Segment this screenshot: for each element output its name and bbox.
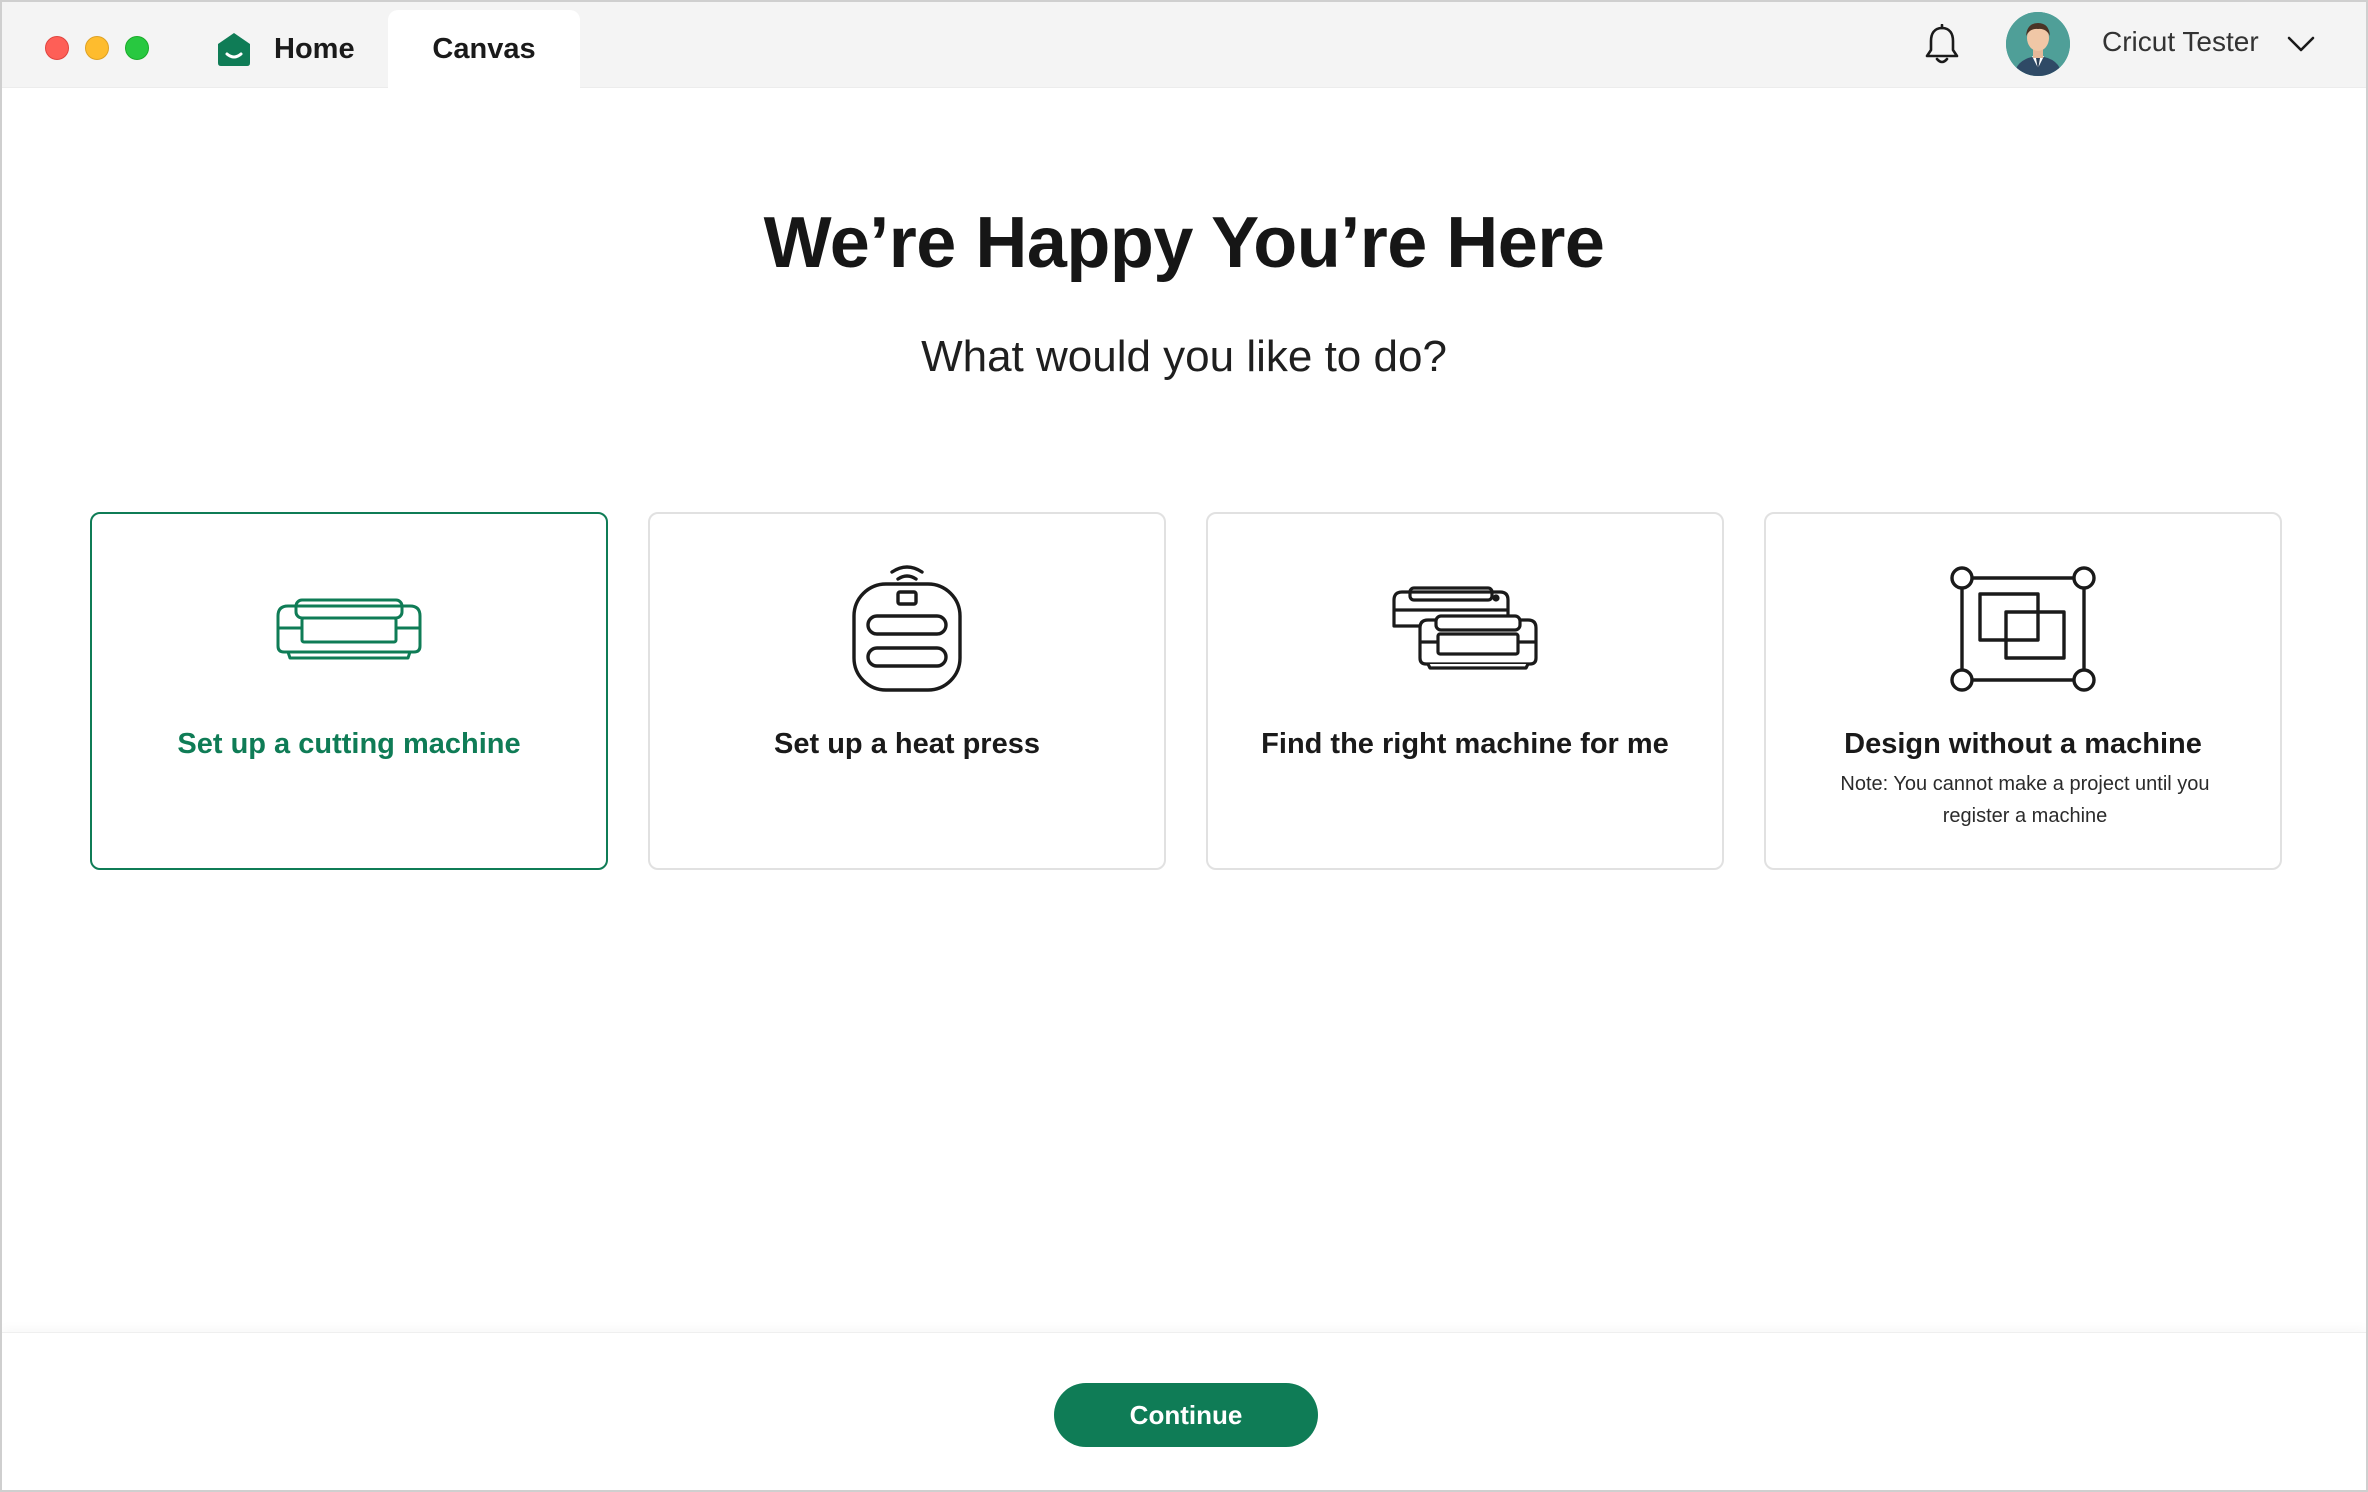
tab-home-label: Home — [274, 32, 355, 65]
maximize-window-button[interactable] — [125, 36, 149, 60]
page-subtitle: What would you like to do? — [921, 332, 1447, 381]
option-label: Find the right machine for me — [1261, 728, 1669, 760]
cutting-machine-icon — [276, 598, 422, 660]
option-label: Set up a cutting machine — [177, 728, 521, 760]
close-window-button[interactable] — [45, 36, 69, 60]
option-note: Note: You cannot make a project until yo… — [1840, 773, 2210, 827]
option-card-find-machine[interactable]: Find the right machine for me — [1206, 512, 1724, 870]
bell-icon[interactable] — [1922, 24, 1962, 66]
avatar[interactable] — [2006, 12, 2070, 76]
tab-canvas[interactable]: Canvas — [388, 10, 580, 88]
option-label: Set up a heat press — [774, 728, 1040, 760]
title-bar: Home Canvas Cricut Tester — [2, 2, 2366, 88]
design-canvas-icon — [1950, 566, 2096, 692]
home-icon — [218, 33, 250, 66]
footer-bar: Continue — [2, 1332, 2366, 1490]
option-card-design-without-machine[interactable]: Design without a machine Note: You canno… — [1764, 512, 2282, 870]
tab-home[interactable]: Home — [216, 10, 386, 88]
page-title: We’re Happy You’re Here — [763, 203, 1605, 283]
heat-press-icon — [852, 565, 962, 692]
continue-button[interactable]: Continue — [1054, 1383, 1318, 1447]
user-avatar-icon — [2006, 12, 2070, 76]
chevron-down-icon[interactable] — [2286, 34, 2316, 54]
option-cards: Set up a cutting machine Set up a heat p… — [90, 512, 2284, 870]
tab-canvas-label: Canvas — [432, 32, 536, 65]
user-name[interactable]: Cricut Tester — [2102, 26, 2259, 58]
minimize-window-button[interactable] — [85, 36, 109, 60]
option-label: Design without a machine — [1844, 728, 2202, 760]
option-card-heat-press[interactable]: Set up a heat press — [648, 512, 1166, 870]
app-window: Home Canvas Cricut Tester We’re Happy Yo… — [0, 0, 2368, 1492]
option-card-cutting-machine[interactable]: Set up a cutting machine — [90, 512, 608, 870]
machines-icon — [1392, 586, 1538, 670]
